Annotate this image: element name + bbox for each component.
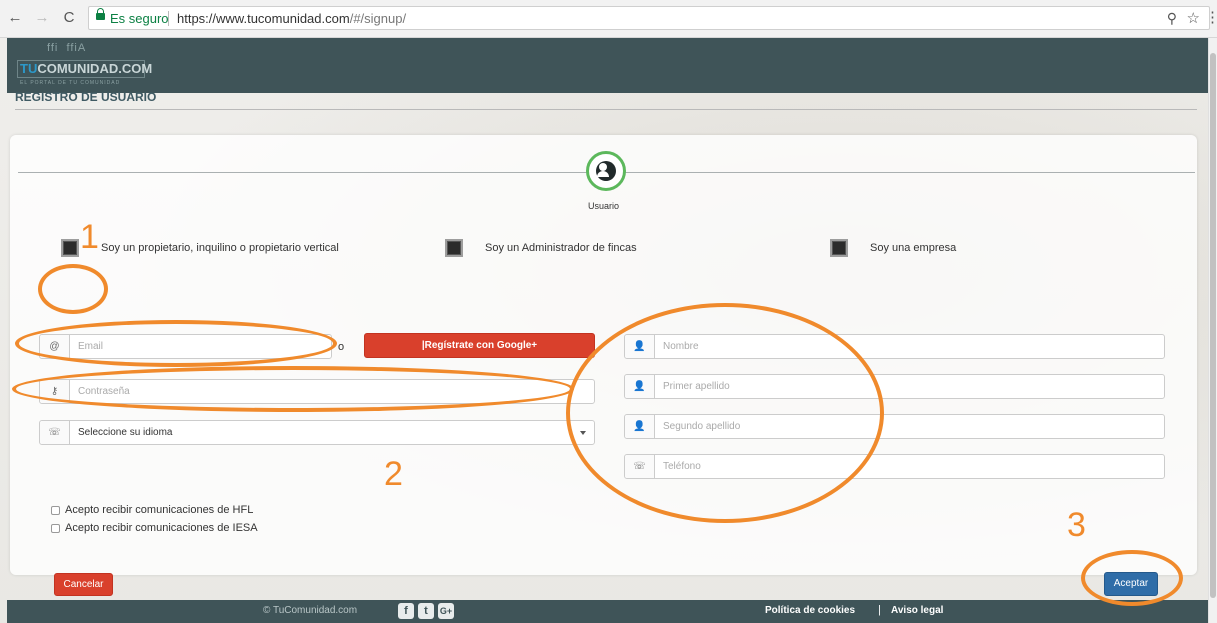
annotation-number-3: 3 bbox=[1067, 506, 1086, 544]
site-header: ffi ffiA TUCOMUNIDAD.COM EL PORTAL DE TU… bbox=[7, 38, 1208, 93]
footer-separator: | bbox=[878, 604, 881, 616]
language-select[interactable]: ☏ Seleccione su idioma bbox=[39, 420, 595, 445]
scrollbar[interactable] bbox=[1208, 38, 1217, 623]
consent-iesa-label: Acepto recibir comunicaciones de IESA bbox=[65, 522, 258, 534]
cancel-label: Cancelar bbox=[63, 579, 104, 590]
logo-tu: TU bbox=[20, 61, 38, 76]
star-icon[interactable]: ☆ bbox=[1187, 9, 1200, 27]
cookies-link[interactable]: Política de cookies bbox=[765, 605, 855, 616]
facebook-icon[interactable]: f bbox=[398, 603, 414, 619]
url-path: /#/signup/ bbox=[349, 11, 407, 26]
address-bar[interactable]: Es seguro https://www.tucomunidad.com/#/… bbox=[88, 6, 1210, 30]
logo-tagline: EL PORTAL DE TU COMUNIDAD bbox=[20, 80, 121, 86]
annotation-circle-email bbox=[15, 320, 337, 367]
google-signup-label: |Regístrate con Google+ bbox=[421, 340, 538, 351]
secure-label: Es seguro bbox=[110, 11, 169, 26]
forward-icon[interactable]: → bbox=[33, 9, 51, 27]
consent-iesa-checkbox[interactable] bbox=[51, 524, 60, 533]
role-admin-label: Soy un Administrador de fincas bbox=[485, 242, 637, 254]
annotation-circle-3 bbox=[1081, 550, 1183, 606]
google-plus-icon[interactable]: G+ bbox=[438, 603, 454, 619]
role-company-checkbox[interactable] bbox=[830, 239, 848, 257]
logo-rest: COMUNIDAD.COM bbox=[37, 61, 153, 76]
role-owner-label: Soy un propietario, inquilino o propieta… bbox=[101, 242, 339, 254]
role-owner-checkbox[interactable] bbox=[61, 239, 79, 257]
url-host: https://www.tucomunidad.com bbox=[177, 11, 350, 26]
annotation-circle-password bbox=[12, 366, 574, 412]
role-company-label: Soy una empresa bbox=[870, 242, 957, 254]
annotation-number-2: 2 bbox=[384, 455, 403, 493]
lock-icon bbox=[96, 8, 105, 20]
twitter-icon[interactable]: t bbox=[418, 603, 434, 619]
page-title: REGISTRO DE USUARIO bbox=[15, 90, 157, 104]
reload-icon[interactable]: C bbox=[60, 9, 78, 27]
url-separator bbox=[168, 11, 169, 26]
site-logo[interactable]: ffi ffiA TUCOMUNIDAD.COM EL PORTAL DE TU… bbox=[17, 42, 152, 88]
user-icon-head bbox=[599, 163, 607, 171]
step-label: Usuario bbox=[588, 201, 620, 211]
zoom-icon[interactable]: ⚲ bbox=[1167, 10, 1177, 27]
cancel-button[interactable]: Cancelar bbox=[54, 573, 113, 596]
consent-hfl-label: Acepto recibir comunicaciones de HFL bbox=[65, 504, 254, 516]
role-admin-checkbox[interactable] bbox=[445, 239, 463, 257]
annotation-circle-personal bbox=[566, 303, 884, 523]
phone-icon: ☏ bbox=[40, 421, 70, 444]
language-value: Seleccione su idioma bbox=[78, 427, 173, 438]
legal-link[interactable]: Aviso legal bbox=[891, 605, 943, 616]
menu-icon[interactable]: ⋮ bbox=[1205, 8, 1217, 26]
scroll-thumb[interactable] bbox=[1210, 53, 1216, 598]
annotation-number-1: 1 bbox=[80, 218, 99, 256]
annotation-circle-1 bbox=[38, 264, 108, 314]
site-footer: © TuComunidad.com f t G+ Política de coo… bbox=[7, 600, 1208, 623]
google-signup-button[interactable]: |Regístrate con Google+ bbox=[364, 333, 595, 358]
browser-toolbar: ← → C Es seguro https://www.tucomunidad.… bbox=[0, 0, 1217, 38]
title-divider bbox=[15, 109, 1197, 110]
or-text: o bbox=[338, 341, 345, 353]
user-icon-body bbox=[597, 171, 609, 177]
url-text: https://www.tucomunidad.com/#/signup/ bbox=[177, 11, 406, 26]
logo-wordmark: TUCOMUNIDAD.COM bbox=[17, 60, 152, 78]
back-icon[interactable]: ← bbox=[6, 9, 24, 27]
consent-hfl-checkbox[interactable] bbox=[51, 506, 60, 515]
logo-decoration: ffi ffiA bbox=[47, 42, 87, 54]
footer-copyright: © TuComunidad.com bbox=[263, 605, 358, 616]
